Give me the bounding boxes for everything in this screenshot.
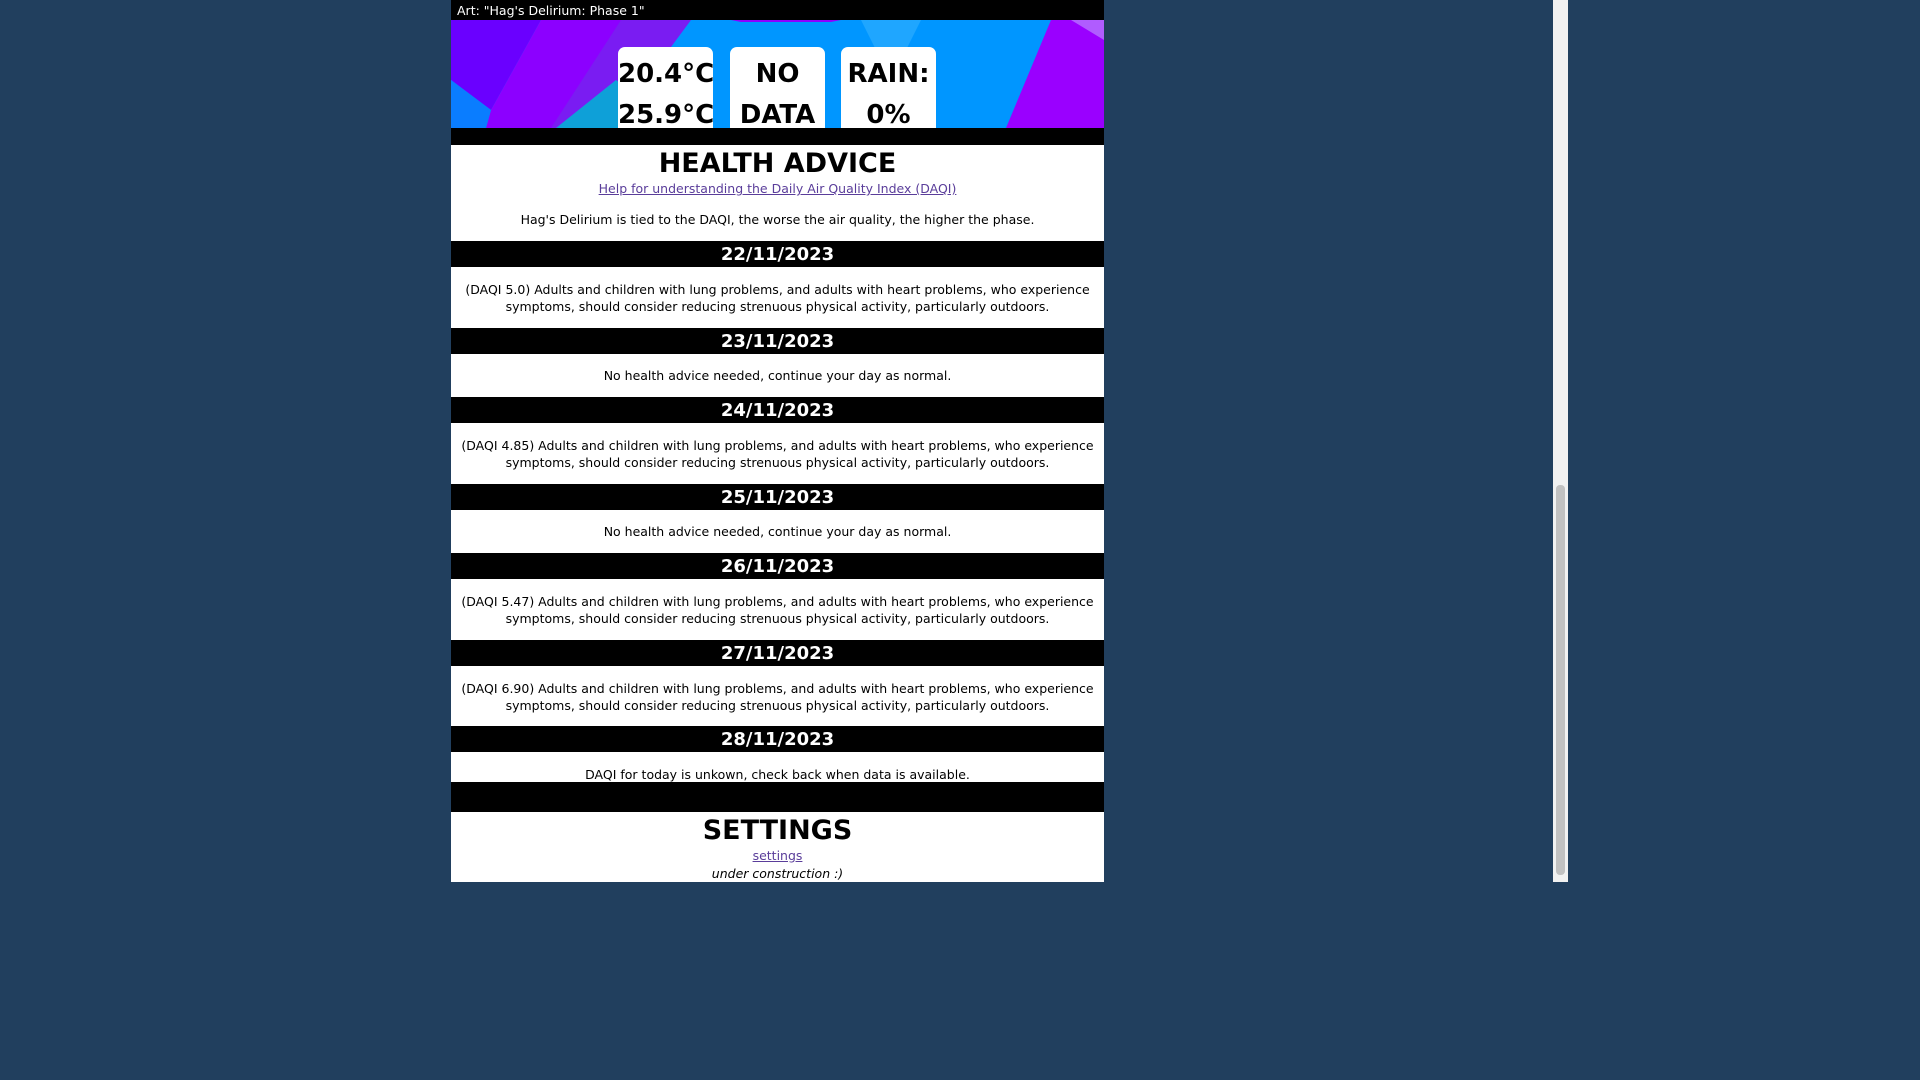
art-banner: 20.4°C 25.9°C NO DATA RAIN: 0%: [451, 20, 1104, 128]
rain-card: RAIN: 0%: [841, 47, 936, 128]
air-quality-line1: NO: [755, 59, 800, 89]
scrollbar-thumb[interactable]: [1556, 485, 1565, 875]
day-advice: (DAQI 5.47) Adults and children with lun…: [461, 594, 1094, 626]
day-header: 27/11/2023: [451, 640, 1104, 666]
day-header: 28/11/2023: [451, 726, 1104, 752]
air-quality-card: NO DATA: [730, 47, 825, 128]
temperature-high: 25.9°C: [618, 100, 715, 128]
divider-band: [451, 782, 1104, 812]
settings-note: under construction :): [711, 866, 844, 881]
rain-label: RAIN:: [847, 59, 930, 89]
day-header: 23/11/2023: [451, 328, 1104, 354]
page-column: Art: "Hag's Delirium: Phase 1" 20.4°C 25…: [451, 0, 1104, 882]
day-header: 24/11/2023: [451, 397, 1104, 423]
day-advice: DAQI for today is unkown, check back whe…: [585, 767, 970, 782]
day-advice: (DAQI 4.85) Adults and children with lun…: [461, 438, 1094, 470]
rain-value: 0%: [866, 100, 911, 128]
temperature-card: 20.4°C 25.9°C: [618, 47, 715, 128]
day-advice: (DAQI 5.0) Adults and children with lung…: [465, 282, 1090, 314]
divider-band: [451, 128, 1104, 145]
day-advice: (DAQI 6.90) Adults and children with lun…: [461, 681, 1094, 713]
daqi-help-link[interactable]: Help for understanding the Daily Air Qua…: [451, 181, 1104, 196]
temperature-low: 20.4°C: [618, 59, 715, 89]
settings-title: SETTINGS: [702, 815, 853, 846]
day-header: 25/11/2023: [451, 484, 1104, 510]
settings-link[interactable]: settings: [451, 848, 1104, 863]
air-quality-line2: DATA: [739, 100, 816, 128]
health-advice-title: HEALTH ADVICE: [658, 148, 897, 179]
day-advice: No health advice needed, continue your d…: [603, 524, 952, 539]
day-advice: No health advice needed, continue your d…: [603, 368, 952, 383]
art-caption: Art: "Hag's Delirium: Phase 1": [451, 0, 1104, 20]
page-scrollbar[interactable]: [1553, 0, 1568, 882]
day-header: 22/11/2023: [451, 241, 1104, 267]
day-header: 26/11/2023: [451, 553, 1104, 579]
health-description: Hag's Delirium is tied to the DAQI, the …: [520, 212, 1035, 227]
